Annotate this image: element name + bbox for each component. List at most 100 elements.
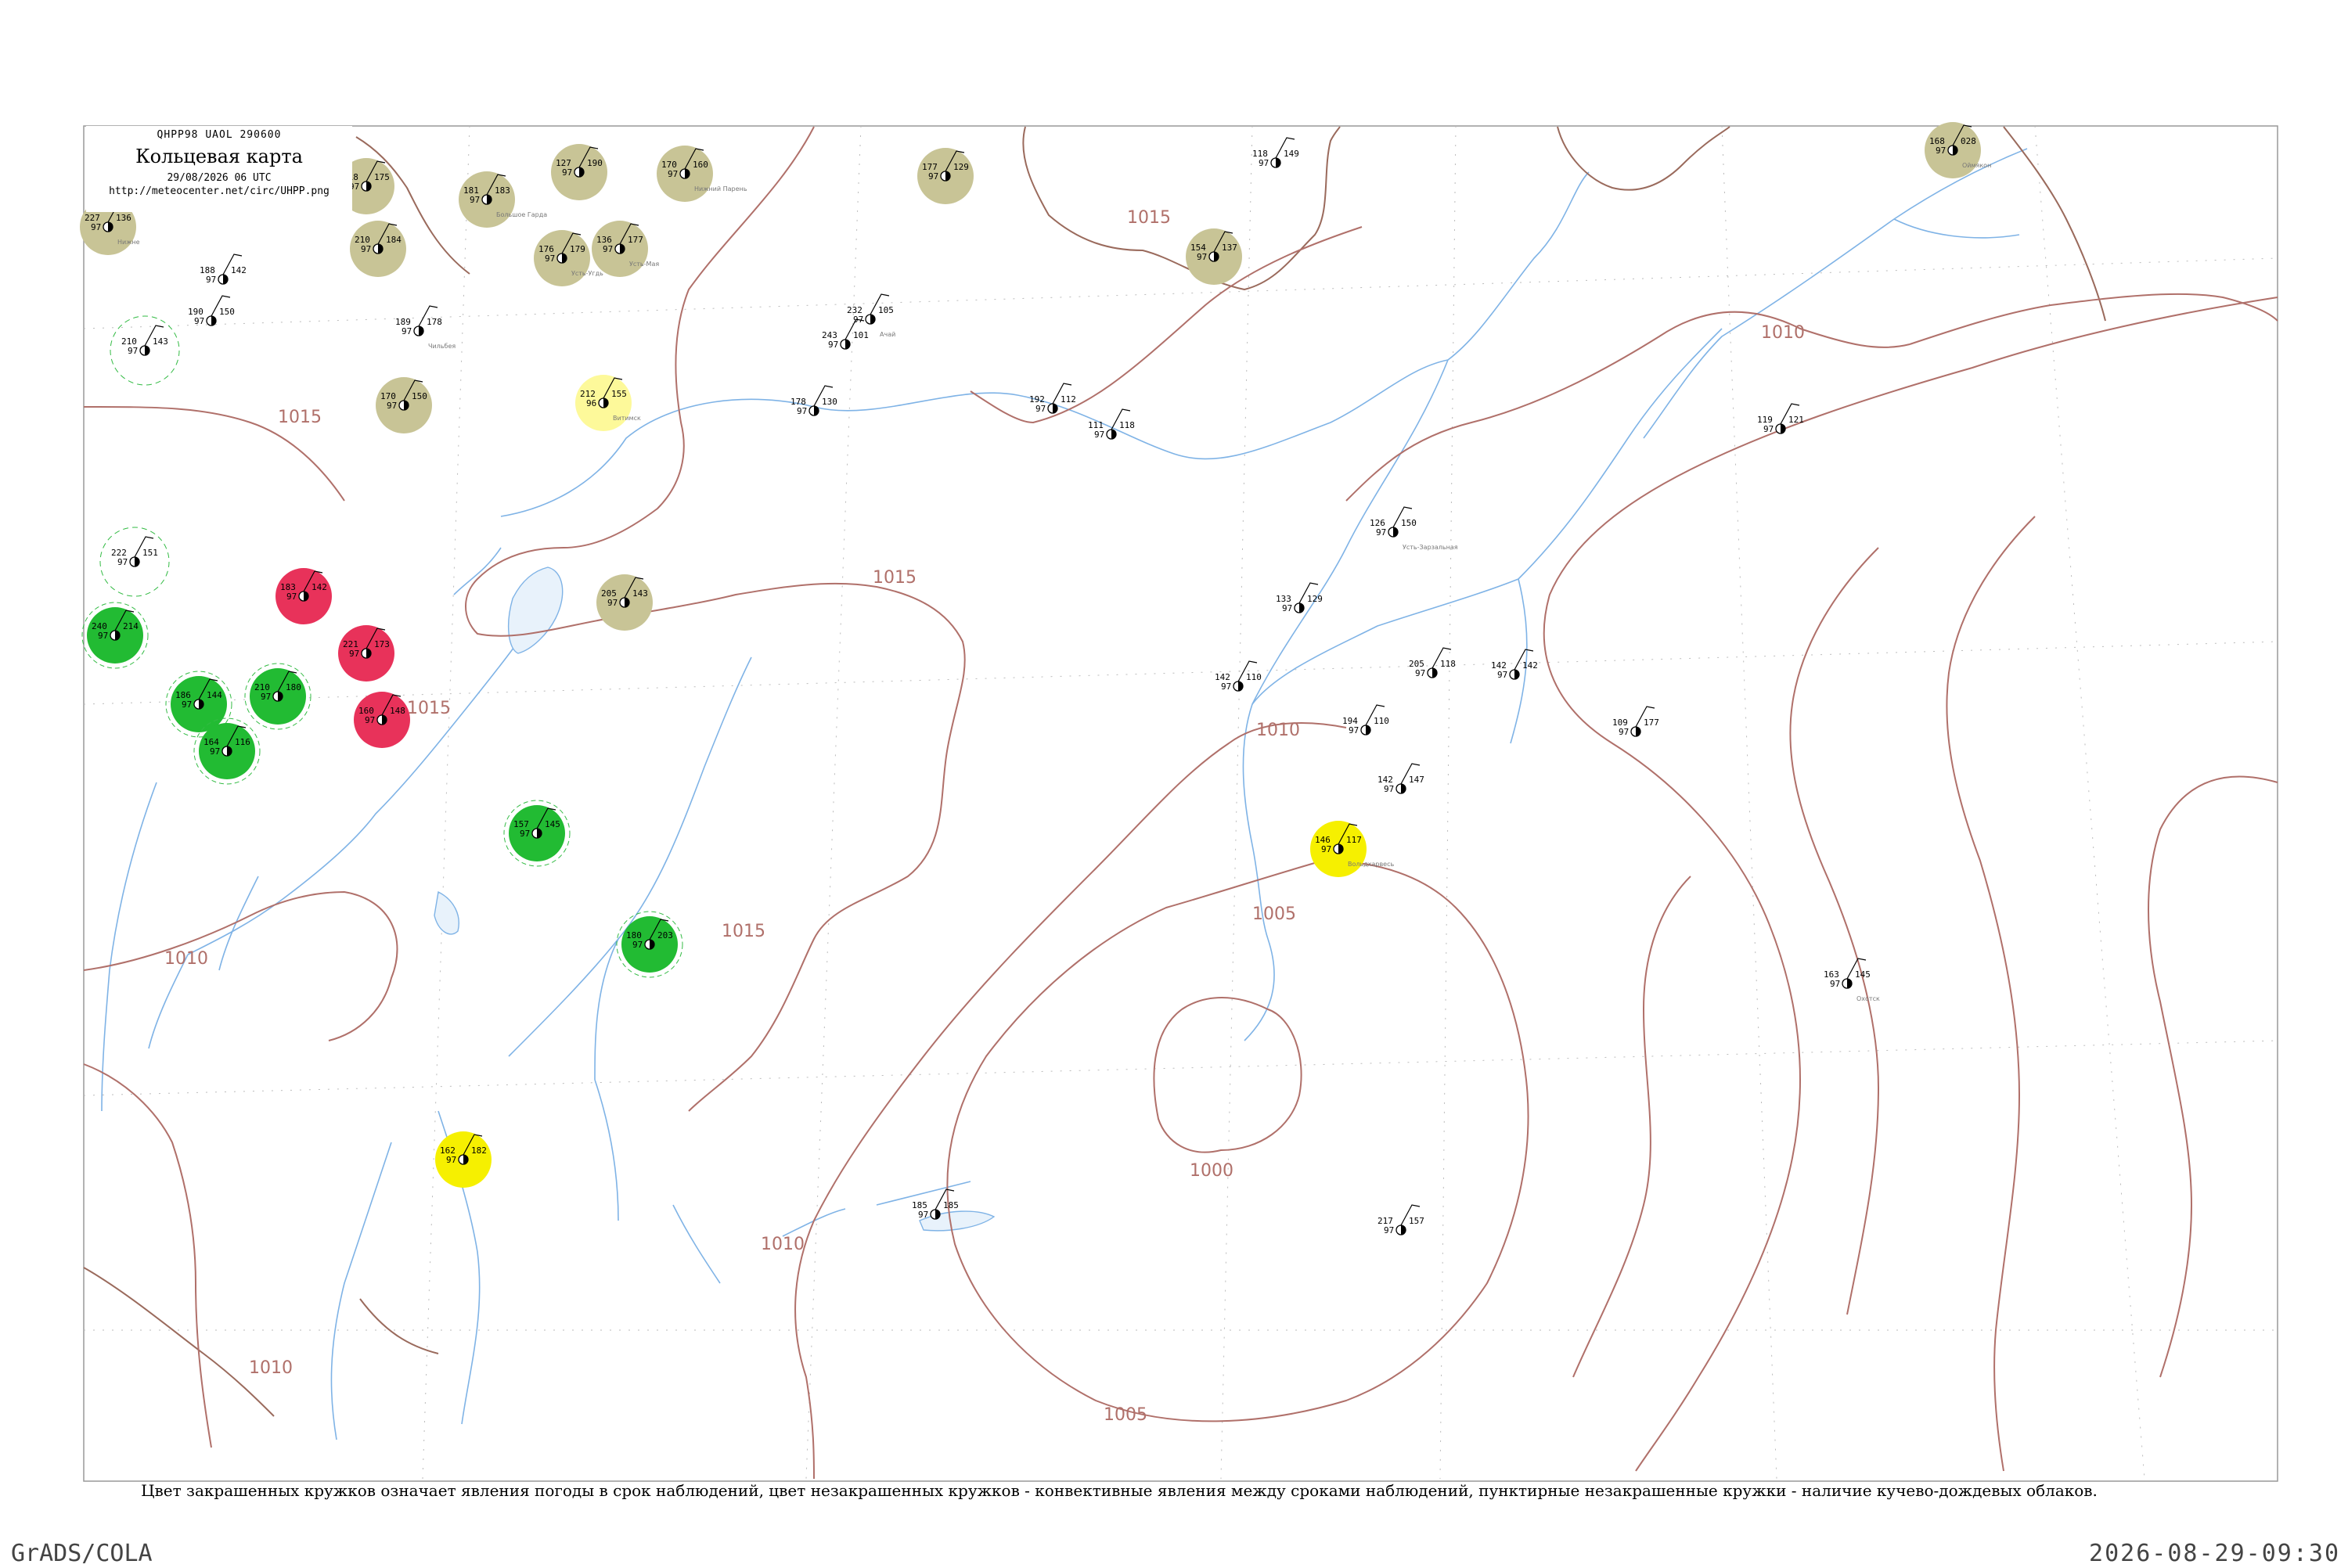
station-name: Витимск xyxy=(613,415,641,422)
station-value: 177 xyxy=(1644,717,1659,728)
station-value: 130 xyxy=(822,397,837,407)
map-canvas: 1015 1015 1015 1015 1015 1010 1010 1010 … xyxy=(80,122,2278,1482)
station-value: 178 xyxy=(427,317,442,327)
station-pressure: 97 xyxy=(828,340,838,350)
station-name: Нижне xyxy=(117,239,140,246)
isobar-label: 1015 xyxy=(278,408,322,427)
station-plot: 17797129 xyxy=(917,148,974,204)
footer-source: GrADS/COLA xyxy=(11,1540,153,1567)
isobar-label: 1010 xyxy=(1761,323,1805,343)
station-pressure: 97 xyxy=(117,557,128,567)
station-pressure: 97 xyxy=(446,1155,456,1165)
station-pressure: 97 xyxy=(182,699,192,710)
station-value: 177 xyxy=(628,235,643,245)
station-value: 157 xyxy=(1409,1216,1424,1226)
station-name: Нижний Парень xyxy=(694,185,747,192)
station-value: 118 xyxy=(1440,659,1456,669)
station-value: 150 xyxy=(1401,518,1417,528)
station-value: 150 xyxy=(412,391,427,401)
station-pressure: 97 xyxy=(1497,670,1507,680)
station-value: 129 xyxy=(1307,594,1323,604)
map-url: http://meteocenter.net/circ/UHPP.png xyxy=(109,185,330,197)
station-plot: 16297182 xyxy=(435,1131,492,1188)
isobar-label: 1005 xyxy=(1252,904,1296,924)
station-name: Вольдхарвесь xyxy=(1348,861,1394,868)
station-value: 129 xyxy=(953,162,969,172)
station-value: 118 xyxy=(1119,420,1135,430)
map-header: QHPP98 UAOL 290600 Кольцевая карта 29/08… xyxy=(86,126,352,212)
station-pressure: 97 xyxy=(1321,844,1331,854)
station-value: 143 xyxy=(632,588,648,599)
station-pressure: 97 xyxy=(206,275,216,285)
station-pressure: 97 xyxy=(545,254,555,264)
station-value: 183 xyxy=(495,185,510,196)
station-pressure: 97 xyxy=(361,244,371,254)
map-title: Кольцевая карта xyxy=(135,146,303,167)
station-value: 142 xyxy=(231,265,247,275)
station-plot: 16097148 xyxy=(354,692,410,748)
station-pressure: 97 xyxy=(1763,424,1774,434)
station-value: 112 xyxy=(1061,394,1076,405)
station-pressure: 96 xyxy=(586,398,596,408)
station-pressure: 97 xyxy=(1094,430,1104,440)
station-pressure: 97 xyxy=(928,171,938,182)
station-pressure: 97 xyxy=(470,195,480,205)
station-name: Оймякон xyxy=(1962,162,1991,169)
station-value: 155 xyxy=(611,389,627,399)
station-pressure: 97 xyxy=(349,649,359,659)
map-border xyxy=(83,125,2278,1482)
station-value: 184 xyxy=(386,235,402,245)
station-pressure: 97 xyxy=(402,326,412,336)
station-plot: 22197173 xyxy=(338,625,394,682)
station-pressure: 97 xyxy=(607,598,618,608)
station-value: 185 xyxy=(943,1200,959,1210)
station-pressure: 97 xyxy=(1384,1225,1394,1235)
station-pressure: 97 xyxy=(1619,727,1629,737)
station-pressure: 97 xyxy=(1349,725,1359,735)
station-value: 179 xyxy=(570,244,585,254)
station-value: 148 xyxy=(390,706,405,716)
station-name: Усть-Угдь xyxy=(571,270,603,277)
station-value: 101 xyxy=(853,330,869,340)
station-value: 149 xyxy=(1284,149,1299,159)
isobar-label: 1000 xyxy=(1190,1161,1233,1181)
station-pressure: 97 xyxy=(1936,146,1946,156)
isobar-label: 1015 xyxy=(722,922,765,941)
station-value: 144 xyxy=(207,690,222,700)
isobar-label: 1005 xyxy=(1104,1405,1147,1425)
legend-caption: Цвет закрашенных кружков означает явлени… xyxy=(141,1481,2098,1500)
station-pressure: 97 xyxy=(632,940,643,950)
synoptic-map: 1015 1015 1015 1015 1015 1010 1010 1010 … xyxy=(0,0,2348,1565)
station-value: 143 xyxy=(153,336,168,347)
station-value: 121 xyxy=(1788,415,1804,425)
station-value: 145 xyxy=(1855,969,1871,980)
station-pressure: 97 xyxy=(128,346,138,356)
station-value: 110 xyxy=(1374,716,1389,726)
station-value: 214 xyxy=(123,621,139,631)
station-value: 173 xyxy=(374,639,390,649)
station-pressure: 97 xyxy=(261,692,271,702)
isobar-label: 1015 xyxy=(1127,208,1171,228)
station-name: Чильбея xyxy=(428,343,456,350)
station-value: 110 xyxy=(1246,672,1262,682)
isobar-label: 1015 xyxy=(873,568,917,588)
isobar-label: 1015 xyxy=(407,699,451,718)
station-plot: 21097184 xyxy=(350,221,406,277)
station-pressure: 97 xyxy=(1376,527,1386,538)
station-pressure: 97 xyxy=(520,829,530,839)
station-pressure: 97 xyxy=(1415,668,1425,678)
station-value: 151 xyxy=(142,548,158,558)
station-value: 150 xyxy=(219,307,235,317)
station-value: 137 xyxy=(1222,243,1237,253)
station-value: 147 xyxy=(1409,775,1424,785)
station-name: Усть-Зарзальная xyxy=(1403,544,1458,551)
station-pressure: 97 xyxy=(1384,784,1394,794)
isobar-label: 1010 xyxy=(1256,721,1300,740)
station-value: 145 xyxy=(545,819,560,829)
station-value: 105 xyxy=(878,305,894,315)
station-plot: 20597143 xyxy=(596,574,653,631)
station-plot: 18397142 xyxy=(275,568,332,624)
station-value: 180 xyxy=(286,682,301,692)
isobar-label: 1010 xyxy=(761,1235,805,1254)
station-value: 175 xyxy=(374,172,390,182)
